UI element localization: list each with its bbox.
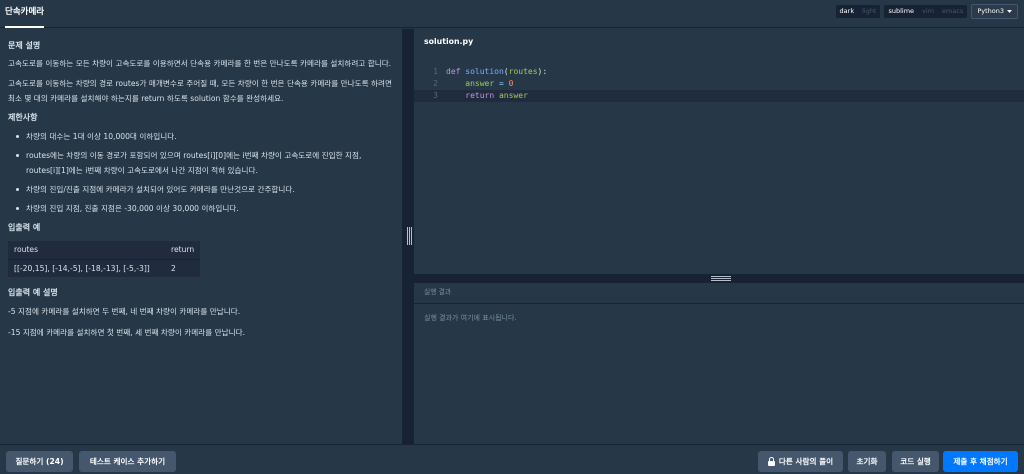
top-bar: 단속카메라 dark light sublime vim emacs Pytho… <box>0 0 1024 28</box>
footer-bar: 질문하기 (24) 테스트 케이스 추가하기 다른 사람의 풀이 초기화 코드 … <box>0 444 1024 474</box>
reset-button[interactable]: 초기화 <box>848 451 886 472</box>
resize-grip-icon[interactable] <box>711 276 731 281</box>
description-paragraph-1: 고속도로를 이동하는 모든 차량이 고속도로를 이용하면서 단속용 카메라를 한… <box>8 59 392 68</box>
code-token: return <box>465 91 499 100</box>
code-editor[interactable]: solution.py 1 def solution(routes): 2 ans… <box>414 29 1024 274</box>
code-token: routes <box>508 67 538 76</box>
io-example-heading: 입출력 예 <box>8 223 41 232</box>
theme-toggle[interactable]: dark light <box>835 5 881 18</box>
problem-tab[interactable]: 단속카메라 <box>5 0 45 28</box>
others-solution-button[interactable]: 다른 사람의 풀이 <box>758 451 843 472</box>
constraint-item: 차량의 진입/진출 지점에 카메라가 설치되어 있어도 카메라를 만난것으로 간… <box>8 182 394 197</box>
resize-grip-icon[interactable] <box>407 227 412 245</box>
code-token: 0 <box>508 79 514 88</box>
lock-icon <box>767 457 775 466</box>
code-line[interactable]: 1 def solution(routes): <box>414 66 1024 78</box>
constraints-list: 차량의 대수는 1대 이상 10,000대 이하입니다. routes에는 차량… <box>8 129 394 216</box>
others-solution-label: 다른 사람의 풀이 <box>778 457 834 466</box>
constraint-item: routes에는 차량의 이동 경로가 포함되어 있으며 routes[i][0… <box>8 148 394 178</box>
code-token: = <box>494 79 509 88</box>
table-row: [[-20,15], [-14,-5], [-18,-13], [-5,-3]]… <box>8 259 200 277</box>
line-number: 2 <box>433 79 438 88</box>
line-number: 1 <box>433 67 438 76</box>
theme-dark-option[interactable]: dark <box>836 5 859 18</box>
code-token: answer <box>498 91 528 100</box>
submit-button[interactable]: 제출 후 채점하기 <box>943 451 1018 472</box>
constraints-heading: 제한사항 <box>8 113 38 122</box>
io-explanation-heading: 입출력 예 설명 <box>8 288 58 297</box>
result-panel: 실행 결과 실행 결과가 여기에 표시됩니다. <box>414 283 1024 444</box>
problem-description: 문제 설명 고속도로를 이동하는 모든 차량이 고속도로를 이용하면서 단속용 … <box>0 29 402 444</box>
language-select[interactable]: Python3 <box>971 4 1018 19</box>
code-token: answer <box>465 79 495 88</box>
code-area[interactable]: 1 def solution(routes): 2 answer = 0 3 re… <box>414 66 1024 102</box>
table-cell: 2 <box>171 263 176 273</box>
table-cell: [[-20,15], [-14,-5], [-18,-13], [-5,-3]] <box>14 263 150 273</box>
caret-down-icon <box>1007 9 1012 13</box>
description-paragraph-2: 고속도로를 이동하는 차량의 경로 routes가 매개변수로 주어질 때, 모… <box>8 79 393 103</box>
theme-light-option[interactable]: light <box>858 5 880 18</box>
io-explanation-line: -15 지점에 카메라를 설치하면 첫 번째, 세 번째 차량이 카메라를 만납… <box>8 328 245 337</box>
add-testcase-button[interactable]: 테스트 케이스 추가하기 <box>79 451 176 472</box>
keymap-emacs-option[interactable]: emacs <box>938 5 967 18</box>
language-label: Python3 <box>977 7 1004 15</box>
run-code-button[interactable]: 코드 실행 <box>892 451 939 472</box>
result-placeholder: 실행 결과가 여기에 표시됩니다. <box>424 314 517 322</box>
keymap-sublime-option[interactable]: sublime <box>884 5 918 18</box>
column-header: routes <box>8 241 165 260</box>
code-line-active[interactable]: 3 return answer <box>414 90 1024 102</box>
io-explanation-line: -5 지점에 카메라를 설치하면 두 번째, 네 번째 차량이 카메라를 만납니… <box>8 307 241 316</box>
code-token: def <box>446 67 466 76</box>
keymap-vim-option[interactable]: vim <box>918 5 938 18</box>
result-title: 실행 결과 <box>424 288 452 296</box>
column-header: return <box>165 241 201 260</box>
table-header-row: routes return <box>8 241 201 260</box>
code-token: ): <box>537 67 548 76</box>
code-line[interactable]: 2 answer = 0 <box>414 78 1024 90</box>
constraint-item: 차량의 진입 지점, 진출 지점은 -30,000 이상 30,000 이하입니… <box>8 201 394 216</box>
ask-question-button[interactable]: 질문하기 (24) <box>6 451 73 472</box>
editor-settings: dark light sublime vim emacs Python3 <box>835 4 1018 19</box>
description-heading: 문제 설명 <box>8 41 41 50</box>
code-token: solution <box>465 67 504 76</box>
line-number: 3 <box>433 91 438 100</box>
result-divider <box>414 303 1024 304</box>
keymap-toggle[interactable]: sublime vim emacs <box>884 5 968 18</box>
file-tab[interactable]: solution.py <box>424 37 473 46</box>
io-example-table: routes return [[-20,15], [-14,-5], [-18,… <box>8 241 201 277</box>
constraint-item: 차량의 대수는 1대 이상 10,000대 이하입니다. <box>8 129 394 144</box>
